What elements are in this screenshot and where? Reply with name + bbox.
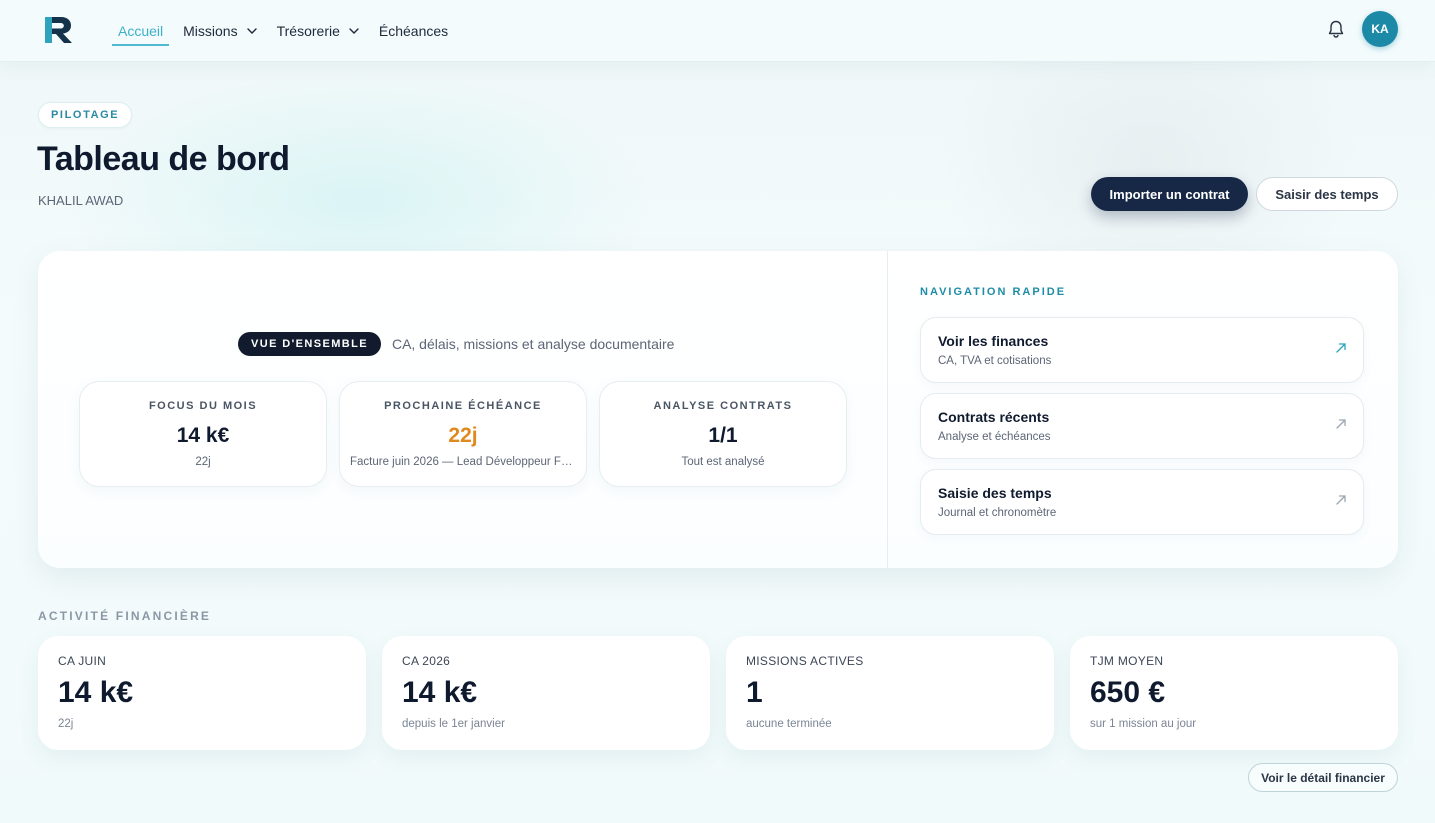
kpi-card-focus: FOCUS DU MOIS 14 k€ 22j <box>79 381 327 487</box>
stat-value: 650 € <box>1090 676 1166 709</box>
kpi-card-contract-analysis: ANALYSE CONTRATS 1/1 Tout est analysé <box>599 381 847 487</box>
quick-nav-title: NAVIGATION RAPIDE <box>920 286 1067 298</box>
stat-sub: depuis le 1er janvier <box>402 718 505 730</box>
stat-value: 1 <box>746 676 763 709</box>
stat-value: 14 k€ <box>402 676 478 709</box>
section-tag: PILOTAGE <box>38 102 133 128</box>
quick-link-finances[interactable]: Voir les finances CA, TVA et cotisations <box>920 317 1364 383</box>
chevron-down-icon <box>349 28 359 34</box>
kpi-value: 14 k€ <box>176 424 230 447</box>
avatar[interactable]: KA <box>1362 11 1398 47</box>
import-contract-button[interactable]: Importer un contrat <box>1091 177 1248 211</box>
stat-label: CA JUIN <box>58 654 107 668</box>
nav-item-missions[interactable]: Missions <box>183 0 257 62</box>
stat-sub: sur 1 mission au jour <box>1090 718 1197 730</box>
stat-label: TJM MOYEN <box>1090 654 1164 668</box>
main-nav: Accueil Missions Trésorerie Échéances <box>112 0 468 62</box>
nav-item-label: Missions <box>183 23 238 39</box>
nav-item-echeances[interactable]: Échéances <box>379 0 448 62</box>
arrow-up-right-icon <box>1336 343 1346 353</box>
kpi-label: FOCUS DU MOIS <box>148 400 258 412</box>
top-navigation-bar: Accueil Missions Trésorerie Échéances KA <box>0 0 1435 62</box>
stat-card-ca-2026: CA 2026 14 k€ depuis le 1er janvier <box>382 636 710 750</box>
enter-time-button[interactable]: Saisir des temps <box>1256 177 1398 211</box>
quick-link-title: Saisie des temps <box>938 485 1052 501</box>
arrow-up-right-icon <box>1336 495 1346 505</box>
financial-section-title: ACTIVITÉ FINANCIÈRE <box>38 609 212 623</box>
stat-card-ca-juin: CA JUIN 14 k€ 22j <box>38 636 366 750</box>
quick-link-title: Contrats récents <box>938 409 1050 425</box>
overview-card: VUE D'ENSEMBLE CA, délais, missions et a… <box>38 251 1398 568</box>
kpi-sub: Tout est analysé <box>681 456 765 468</box>
financial-detail-button[interactable]: Voir le détail financier <box>1248 763 1398 792</box>
nav-item-tresorerie[interactable]: Trésorerie <box>277 0 359 62</box>
page-title: Tableau de bord <box>37 140 290 178</box>
bell-icon[interactable] <box>1326 19 1346 39</box>
quick-link-sub: Journal et chronomètre <box>938 507 1057 519</box>
nav-item-label: Accueil <box>118 23 164 39</box>
stat-sub: aucune terminée <box>746 718 832 730</box>
nav-item-label: Trésorerie <box>276 23 340 39</box>
stat-card-average-daily-rate: TJM MOYEN 650 € sur 1 mission au jour <box>1070 636 1398 750</box>
overview-badge: VUE D'ENSEMBLE <box>238 332 381 356</box>
chevron-down-icon <box>246 28 257 34</box>
stat-label: MISSIONS ACTIVES <box>746 654 864 668</box>
stat-label: CA 2026 <box>402 654 451 668</box>
user-name: KHALIL AWAD <box>38 193 124 208</box>
nav-item-accueil[interactable]: Accueil <box>112 0 170 62</box>
kpi-label: ANALYSE CONTRATS <box>653 400 793 412</box>
quick-link-contracts[interactable]: Contrats récents Analyse et échéances <box>920 393 1364 459</box>
arrow-up-right-icon <box>1336 419 1346 429</box>
nav-item-label: Échéances <box>378 23 449 39</box>
overview-header: VUE D'ENSEMBLE CA, délais, missions et a… <box>238 332 674 356</box>
card-divider <box>887 251 888 568</box>
kpi-sub: Facture juin 2026 — Lead Développeur Ful… <box>350 456 576 468</box>
kpi-value: 1/1 <box>708 424 738 447</box>
kpi-card-next-deadline[interactable]: PROCHAINE ÉCHÉANCE 22j Facture juin 2026… <box>339 381 587 487</box>
kpi-label: PROCHAINE ÉCHÉANCE <box>384 400 542 412</box>
stat-value: 14 k€ <box>58 676 134 709</box>
stat-sub: 22j <box>58 718 74 730</box>
quick-link-time-entry[interactable]: Saisie des temps Journal et chronomètre <box>920 469 1364 535</box>
quick-link-sub: CA, TVA et cotisations <box>938 355 1052 367</box>
kpi-value: 22j <box>448 424 478 447</box>
overview-description: CA, délais, missions et analyse document… <box>391 336 675 352</box>
r-logo[interactable] <box>42 14 76 44</box>
stat-card-active-missions: MISSIONS ACTIVES 1 aucune terminée <box>726 636 1054 750</box>
kpi-sub: 22j <box>195 456 211 468</box>
quick-link-title: Voir les finances <box>938 333 1049 349</box>
quick-link-sub: Analyse et échéances <box>938 431 1051 443</box>
